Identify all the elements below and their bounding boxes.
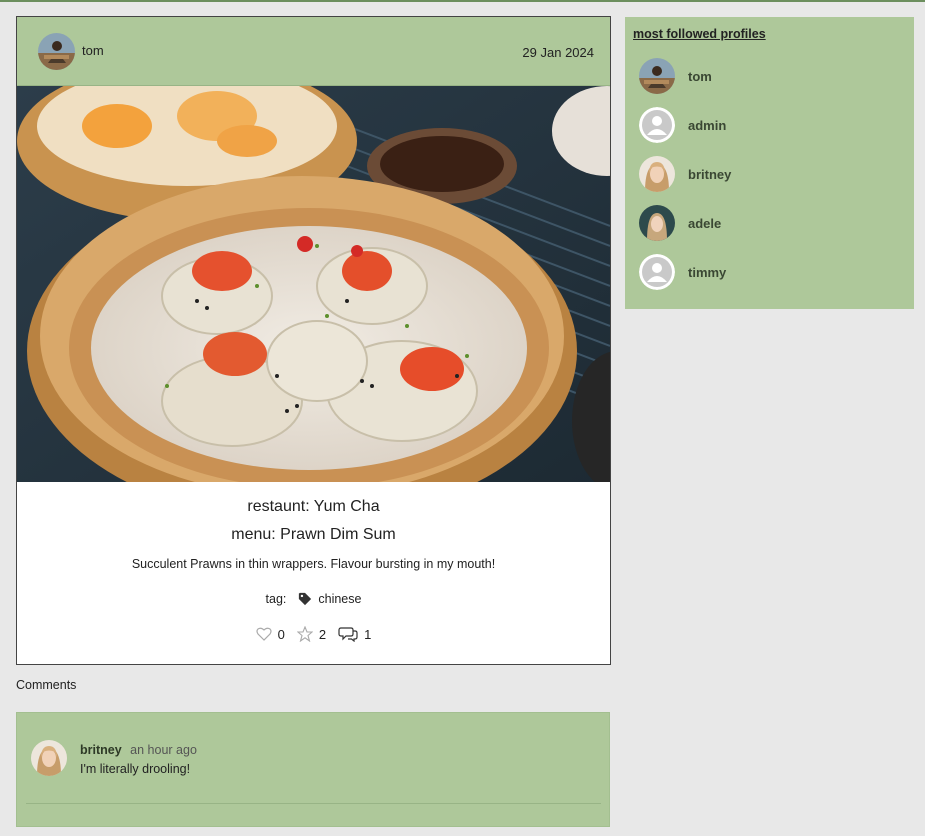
tag-row: tag: chinese xyxy=(17,590,610,608)
profile-item-admin[interactable]: admin xyxy=(639,107,899,143)
post-date: 29 Jan 2024 xyxy=(522,45,594,60)
profile-name[interactable]: adele xyxy=(688,216,721,231)
post-restaurant: restaunt: Yum Cha xyxy=(247,498,380,515)
most-followed-sidebar: most followed profiles tom admin britney… xyxy=(625,17,914,309)
tag-label: tag: xyxy=(265,592,287,606)
profile-name[interactable]: britney xyxy=(688,167,731,182)
comment-button[interactable]: 1 xyxy=(338,626,371,642)
profile-item-tom[interactable]: tom xyxy=(639,58,899,94)
post-stats: 0 2 1 xyxy=(17,625,610,643)
star-outline-icon xyxy=(296,626,313,642)
comment-text: I'm literally drooling! xyxy=(80,762,191,776)
post-description: Succulent Prawns in thin wrappers. Flavo… xyxy=(131,557,496,571)
sidebar-title[interactable]: most followed profiles xyxy=(633,27,766,41)
comment-meta: britney an hour ago xyxy=(80,743,197,757)
post-menu: menu: Prawn Dim Sum xyxy=(231,526,396,543)
profile-avatar-britney[interactable] xyxy=(639,156,675,192)
tag-icon xyxy=(299,592,312,606)
speech-bubbles-icon xyxy=(338,627,358,642)
post-header: tom 29 Jan 2024 xyxy=(17,17,610,86)
profile-item-britney[interactable]: britney xyxy=(639,156,899,192)
comment-item: britney an hour ago I'm literally drooli… xyxy=(16,712,610,827)
commenter-avatar[interactable] xyxy=(31,740,67,776)
comment-timestamp: an hour ago xyxy=(130,743,197,757)
profile-name[interactable]: timmy xyxy=(688,265,726,280)
profile-name[interactable]: admin xyxy=(688,118,726,133)
tag-chinese[interactable]: chinese xyxy=(318,592,361,606)
star-count: 2 xyxy=(318,626,327,642)
profile-name[interactable]: tom xyxy=(688,69,712,84)
profile-item-adele[interactable]: adele xyxy=(639,205,899,241)
like-button[interactable]: 0 xyxy=(256,627,285,642)
post-image xyxy=(17,86,610,482)
like-count: 0 xyxy=(277,626,285,642)
commenter-name[interactable]: britney xyxy=(80,743,122,757)
comments-heading: Comments xyxy=(16,678,77,692)
post-card: tom 29 Jan 2024 restaunt: Yum Cha menu: … xyxy=(16,16,611,665)
default-user-icon[interactable] xyxy=(639,254,675,290)
comment-divider xyxy=(26,803,601,804)
profile-item-timmy[interactable]: timmy xyxy=(639,254,899,290)
profile-avatar-tom[interactable] xyxy=(639,58,675,94)
profile-avatar-adele[interactable] xyxy=(639,205,675,241)
star-button[interactable]: 2 xyxy=(296,626,327,642)
post-author-name[interactable]: tom xyxy=(82,43,104,58)
author-avatar[interactable] xyxy=(38,33,75,70)
post-body: restaunt: Yum Cha menu: Prawn Dim Sum Su… xyxy=(17,498,610,643)
default-user-icon[interactable] xyxy=(639,107,675,143)
comment-count: 1 xyxy=(364,626,372,642)
heart-outline-icon xyxy=(256,627,272,641)
